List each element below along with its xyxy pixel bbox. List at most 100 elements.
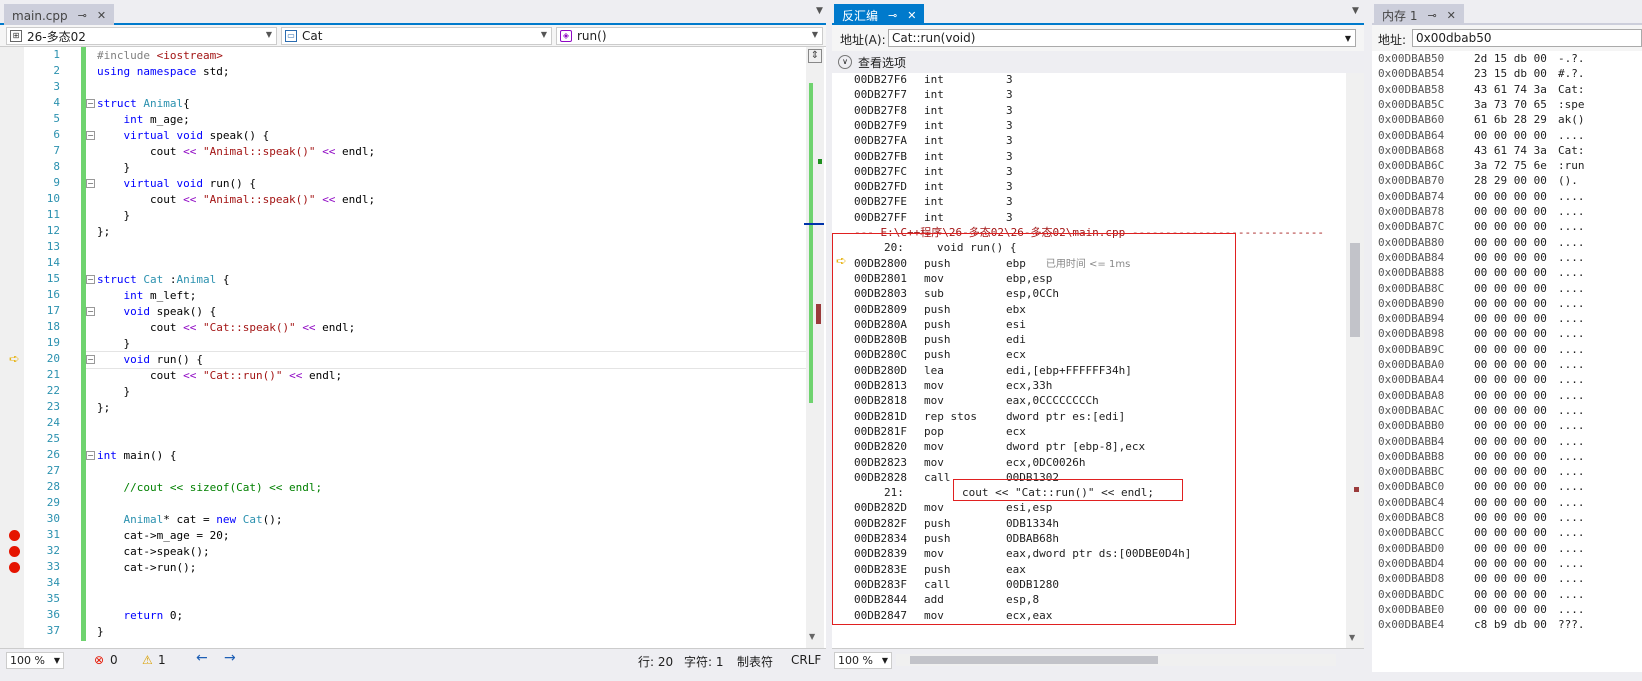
memory-row[interactable]: 0x00DBABBC 00 00 00 00.... xyxy=(1378,464,1638,480)
collapse-icon[interactable]: − xyxy=(86,99,95,108)
memory-bytes[interactable]: 00 00 00 00 xyxy=(1474,556,1547,572)
tab-disassembly[interactable]: 反汇编 ⊸ ✕ xyxy=(834,4,925,25)
memory-bytes[interactable]: 00 00 00 00 xyxy=(1474,189,1547,205)
instruction-row[interactable]: 00DB27FD int 3 xyxy=(854,179,1344,195)
memory-row[interactable]: 0x00DBAB74 00 00 00 00.... xyxy=(1378,189,1638,205)
memory-row[interactable]: 0x00DBAB80 00 00 00 00.... xyxy=(1378,235,1638,251)
project-dropdown[interactable]: ⊞ 26-多态02 ▼ xyxy=(6,27,277,45)
close-icon[interactable]: ✕ xyxy=(907,9,916,22)
memory-row[interactable]: 0x00DBAB6C 3a 72 75 6e:run xyxy=(1378,158,1638,174)
memory-row[interactable]: 0x00DBAB94 00 00 00 00.... xyxy=(1378,311,1638,327)
memory-row[interactable]: 0x00DBAB90 00 00 00 00.... xyxy=(1378,296,1638,312)
memory-bytes[interactable]: 00 00 00 00 xyxy=(1474,479,1547,495)
instruction-row[interactable]: 00DB27FE int 3 xyxy=(854,194,1344,210)
eol-indicator[interactable]: CRLF xyxy=(791,653,821,667)
collapse-icon[interactable]: − xyxy=(86,451,95,460)
memory-row[interactable]: 0x00DBAB98 00 00 00 00.... xyxy=(1378,326,1638,342)
memory-bytes[interactable]: 00 00 00 00 xyxy=(1474,587,1547,603)
memory-bytes[interactable]: 00 00 00 00 xyxy=(1474,541,1547,557)
disassembly-listing[interactable]: 00DB27F6 int 3 00DB27F7 int 3 00DB27F8 int 3 00DB… xyxy=(832,73,1364,648)
collapse-icon[interactable]: − xyxy=(86,355,95,364)
instruction-row[interactable]: 00DB27FA int 3 xyxy=(854,133,1344,149)
memory-bytes[interactable]: 00 00 00 00 xyxy=(1474,311,1547,327)
memory-row[interactable]: 0x00DBAB8C 00 00 00 00.... xyxy=(1378,281,1638,297)
memory-row[interactable]: 0x00DBABD4 00 00 00 00.... xyxy=(1378,556,1638,572)
memory-row[interactable]: 0x00DBABAC 00 00 00 00.... xyxy=(1378,403,1638,419)
memory-bytes[interactable]: 00 00 00 00 xyxy=(1474,219,1547,235)
memory-bytes[interactable]: 00 00 00 00 xyxy=(1474,250,1547,266)
memory-row[interactable]: 0x00DBAB64 00 00 00 00.... xyxy=(1378,128,1638,144)
memory-row[interactable]: 0x00DBAB54 23 15 db 00 #.?. xyxy=(1378,66,1638,82)
memory-row[interactable]: 0x00DBABC0 00 00 00 00.... xyxy=(1378,479,1638,495)
memory-row[interactable]: 0x00DBAB88 00 00 00 00.... xyxy=(1378,265,1638,281)
memory-row[interactable]: 0x00DBABE4 c8 b9 db 00???. xyxy=(1378,617,1638,633)
chevron-down-icon[interactable]: ▼ xyxy=(1352,6,1359,16)
memory-bytes[interactable]: 00 00 00 00 xyxy=(1474,342,1547,358)
memory-bytes[interactable]: 61 6b 28 29 xyxy=(1474,112,1547,128)
chevron-down-icon[interactable]: ▼ xyxy=(1349,633,1355,642)
collapse-icon[interactable]: − xyxy=(86,307,95,316)
code-line[interactable] xyxy=(0,432,806,448)
memory-row[interactable]: 0x00DBAB58 43 61 74 3a Cat: xyxy=(1378,82,1638,98)
memory-row[interactable]: 0x00DBABCC 00 00 00 00.... xyxy=(1378,525,1638,541)
memory-bytes[interactable]: 00 00 00 00 xyxy=(1474,204,1547,220)
memory-bytes[interactable]: 00 00 00 00 xyxy=(1474,403,1547,419)
chevron-down-icon[interactable]: ▼ xyxy=(809,632,815,641)
collapse-icon[interactable]: − xyxy=(86,131,95,140)
memory-row[interactable]: 0x00DBABA8 00 00 00 00.... xyxy=(1378,388,1638,404)
memory-bytes[interactable]: 00 00 00 00 xyxy=(1474,372,1547,388)
instruction-row[interactable]: 00DB27FC int 3 xyxy=(854,164,1344,180)
memory-bytes[interactable]: 00 00 00 00 xyxy=(1474,326,1547,342)
memory-bytes[interactable]: 00 00 00 00 xyxy=(1474,235,1547,251)
class-dropdown[interactable]: ▭ Cat ▼ xyxy=(281,27,552,45)
instruction-row[interactable]: 00DB27FF int 3 xyxy=(854,210,1344,226)
code-line[interactable] xyxy=(0,224,806,240)
memory-bytes[interactable]: 3a 72 75 6e xyxy=(1474,158,1547,174)
memory-row[interactable]: 0x00DBABC4 00 00 00 00.... xyxy=(1378,495,1638,511)
memory-address-input[interactable]: 0x00dbab50 xyxy=(1412,29,1642,47)
memory-bytes[interactable]: 28 29 00 00 xyxy=(1474,173,1547,189)
zoom-dropdown[interactable]: 100 % ▼ xyxy=(6,652,64,669)
memory-row[interactable]: 0x00DBABB0 00 00 00 00.... xyxy=(1378,418,1638,434)
split-icon[interactable]: ⇕ xyxy=(808,49,822,63)
member-dropdown[interactable]: ◈ run() ▼ xyxy=(556,27,823,45)
memory-row[interactable]: 0x00DBABB8 00 00 00 00.... xyxy=(1378,449,1638,465)
warning-icon[interactable]: ⚠ xyxy=(142,653,153,667)
tabs-indicator[interactable]: 制表符 xyxy=(737,653,773,670)
code-line[interactable] xyxy=(0,496,806,512)
view-options-toggle[interactable]: ∨ 查看选项 xyxy=(832,51,1364,73)
code-line[interactable] xyxy=(0,464,806,480)
pin-icon[interactable]: ⊸ xyxy=(1427,9,1436,22)
error-count[interactable]: 0 xyxy=(110,653,118,667)
memory-row[interactable]: 0x00DBAB68 43 61 74 3a Cat: xyxy=(1378,143,1638,159)
instruction-row[interactable]: 00DB27F9 int 3 xyxy=(854,118,1344,134)
memory-bytes[interactable]: 00 00 00 00 xyxy=(1474,510,1547,526)
disassembly-vertical-scrollbar[interactable]: ▼ xyxy=(1346,73,1364,648)
instruction-row[interactable]: 00DB27F6 int 3 xyxy=(854,73,1344,88)
memory-row[interactable]: 0x00DBABC8 00 00 00 00.... xyxy=(1378,510,1638,526)
code-area[interactable]: 1 #include <iostream> 2 using namespace std… xyxy=(0,47,826,648)
memory-bytes[interactable]: 43 61 74 3a xyxy=(1474,143,1547,159)
memory-bytes[interactable]: 00 00 00 00 xyxy=(1474,434,1547,450)
memory-row[interactable]: 0x00DBABDC 00 00 00 00.... xyxy=(1378,587,1638,603)
memory-row[interactable]: 0x00DBABD8 00 00 00 00.... xyxy=(1378,571,1638,587)
memory-bytes[interactable]: 23 15 db 00 xyxy=(1474,66,1547,82)
memory-row[interactable]: 0x00DBAB84 00 00 00 00.... xyxy=(1378,250,1638,266)
memory-bytes[interactable]: 00 00 00 00 xyxy=(1474,464,1547,480)
instruction-row[interactable]: 00DB27F8 int 3 xyxy=(854,103,1344,119)
tab-main-cpp[interactable]: main.cpp ⊸ ✕ xyxy=(4,4,115,25)
code-line[interactable] xyxy=(0,80,806,96)
memory-row[interactable]: 0x00DBAB9C 00 00 00 00.... xyxy=(1378,342,1638,358)
memory-row[interactable]: 0x00DBAB7C 00 00 00 00.... xyxy=(1378,219,1638,235)
error-icon[interactable]: ⊗ xyxy=(94,653,104,667)
memory-row[interactable]: 0x00DBAB50 2d 15 db 00 -.?. xyxy=(1378,51,1638,67)
breakpoint-icon[interactable] xyxy=(9,546,20,557)
disassembly-zoom-dropdown[interactable]: 100 % ▼ xyxy=(834,652,892,669)
memory-row[interactable]: 0x00DBAB60 61 6b 28 29 ak() xyxy=(1378,112,1638,128)
memory-bytes[interactable]: 2d 15 db 00 xyxy=(1474,51,1547,67)
memory-bytes[interactable]: 3a 73 70 65 xyxy=(1474,97,1547,113)
code-line[interactable] xyxy=(0,624,806,640)
memory-row[interactable]: 0x00DBAB5C 3a 73 70 65:spe xyxy=(1378,97,1638,113)
code-line[interactable] xyxy=(0,256,806,272)
close-icon[interactable]: ✕ xyxy=(1447,9,1456,22)
